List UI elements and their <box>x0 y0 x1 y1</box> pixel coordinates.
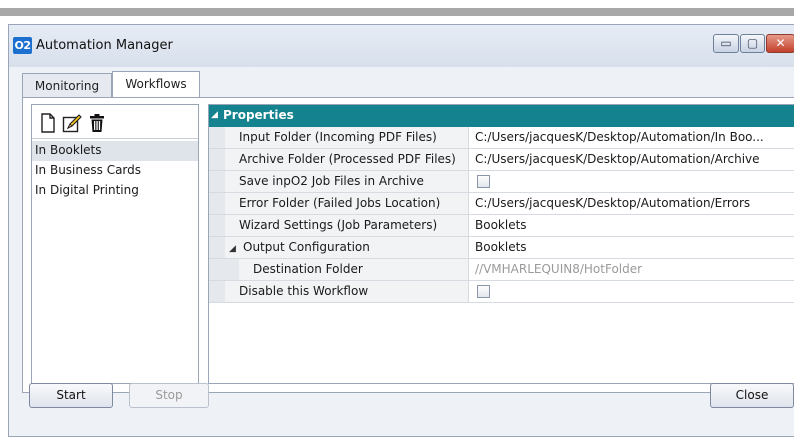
output-configuration-field[interactable]: Booklets <box>469 237 794 258</box>
property-row-archive-folder: Archive Folder (Processed PDF Files) C:/… <box>209 149 794 171</box>
property-name: Wizard Settings (Job Parameters) <box>225 215 469 236</box>
property-row-error-folder: Error Folder (Failed Jobs Location) C:/U… <box>209 193 794 215</box>
property-name: Archive Folder (Processed PDF Files) <box>225 149 469 170</box>
new-document-icon[interactable] <box>38 113 58 133</box>
delete-icon[interactable] <box>87 113 107 133</box>
app-logo: O2 <box>13 37 32 54</box>
input-folder-field[interactable]: C:/Users/jacquesK/Desktop/Automation/In … <box>469 127 794 148</box>
tab-workflows[interactable]: Workflows <box>112 71 200 99</box>
title-bar: O2 Automation Manager ▭ ▢ ✕ <box>9 25 794 67</box>
workflow-item-in-booklets[interactable]: In Booklets <box>32 141 198 161</box>
workflows-panel: In Booklets In Business Cards In Digital… <box>22 97 794 393</box>
workflow-list: In Booklets In Business Cards In Digital… <box>32 141 198 201</box>
maximize-button[interactable]: ▢ <box>740 34 765 53</box>
edit-icon[interactable] <box>62 113 82 133</box>
property-name: Destination Folder <box>239 259 469 280</box>
close-button[interactable]: Close <box>710 383 794 408</box>
window-title: Automation Manager <box>36 38 173 53</box>
collapse-arrow-icon[interactable]: ◢ <box>211 105 218 126</box>
workflow-item-in-business-cards[interactable]: In Business Cards <box>32 161 198 181</box>
tab-monitoring[interactable]: Monitoring <box>22 73 112 98</box>
expand-toggle-icon[interactable]: ◢ <box>229 239 243 258</box>
property-group-label: ◢ Output Configuration <box>225 237 469 258</box>
property-value-cell <box>469 171 794 192</box>
workflow-toolbar <box>32 105 198 139</box>
properties-header[interactable]: ◢ Properties <box>209 105 794 127</box>
property-row-save-job-files: Save inpO2 Job Files in Archive <box>209 171 794 193</box>
properties-grid: ◢ Properties Input Folder (Incoming PDF … <box>208 104 794 384</box>
property-value-cell <box>469 281 794 302</box>
workflow-sidebar: In Booklets In Business Cards In Digital… <box>31 104 199 384</box>
top-border-stripe <box>0 8 794 16</box>
minimize-button[interactable]: ▭ <box>713 34 739 53</box>
property-name: Input Folder (Incoming PDF Files) <box>225 127 469 148</box>
disable-workflow-checkbox[interactable] <box>477 285 490 298</box>
property-row-disable-workflow: Disable this Workflow <box>209 281 794 303</box>
start-button[interactable]: Start <box>29 383 113 408</box>
wizard-settings-field[interactable]: Booklets <box>469 215 794 236</box>
archive-folder-field[interactable]: C:/Users/jacquesK/Desktop/Automation/Arc… <box>469 149 794 170</box>
properties-header-label: Properties <box>223 108 294 122</box>
save-job-files-checkbox[interactable] <box>477 175 490 188</box>
destination-folder-field: //VMHARLEQUIN8/HotFolder <box>475 262 643 276</box>
property-row-wizard-settings: Wizard Settings (Job Parameters) Booklet… <box>209 215 794 237</box>
close-window-button[interactable]: ✕ <box>766 34 794 53</box>
property-name: Error Folder (Failed Jobs Location) <box>225 193 469 214</box>
automation-manager-window: O2 Automation Manager ▭ ▢ ✕ Monitoring W… <box>8 24 794 437</box>
property-name: Output Configuration <box>243 240 370 254</box>
property-name: Save inpO2 Job Files in Archive <box>225 171 469 192</box>
property-name: Disable this Workflow <box>225 281 469 302</box>
stop-button[interactable]: Stop <box>129 383 209 408</box>
workflow-item-in-digital-printing[interactable]: In Digital Printing <box>32 181 198 201</box>
property-row-destination-folder: Destination Folder //VMHARLEQUIN8/HotFol… <box>209 259 794 281</box>
property-row-output-configuration: ◢ Output Configuration Booklets <box>209 237 794 259</box>
error-folder-field[interactable]: C:/Users/jacquesK/Desktop/Automation/Err… <box>469 193 794 214</box>
property-row-input-folder: Input Folder (Incoming PDF Files) C:/Use… <box>209 127 794 149</box>
